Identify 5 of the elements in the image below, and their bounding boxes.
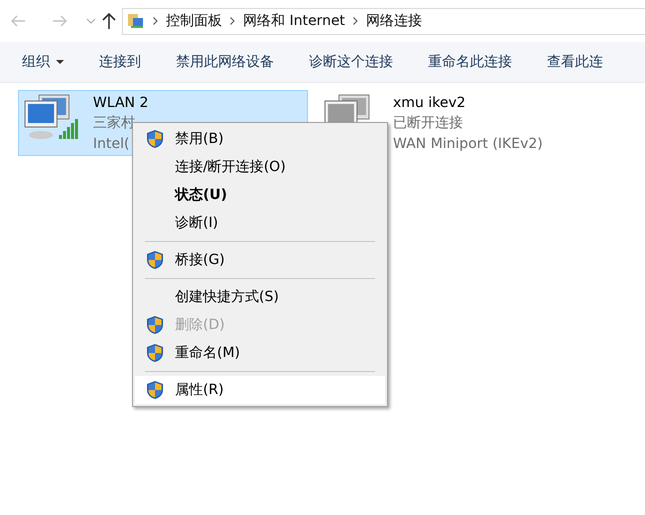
connection-name: xmu ikev2: [393, 94, 467, 113]
connection-name: WLAN 2: [93, 94, 148, 113]
connection-device: Intel(: [93, 135, 130, 154]
connection-status: 已断开连接: [393, 114, 464, 133]
connection-device: WAN Miniport (IKEv2): [393, 135, 543, 154]
